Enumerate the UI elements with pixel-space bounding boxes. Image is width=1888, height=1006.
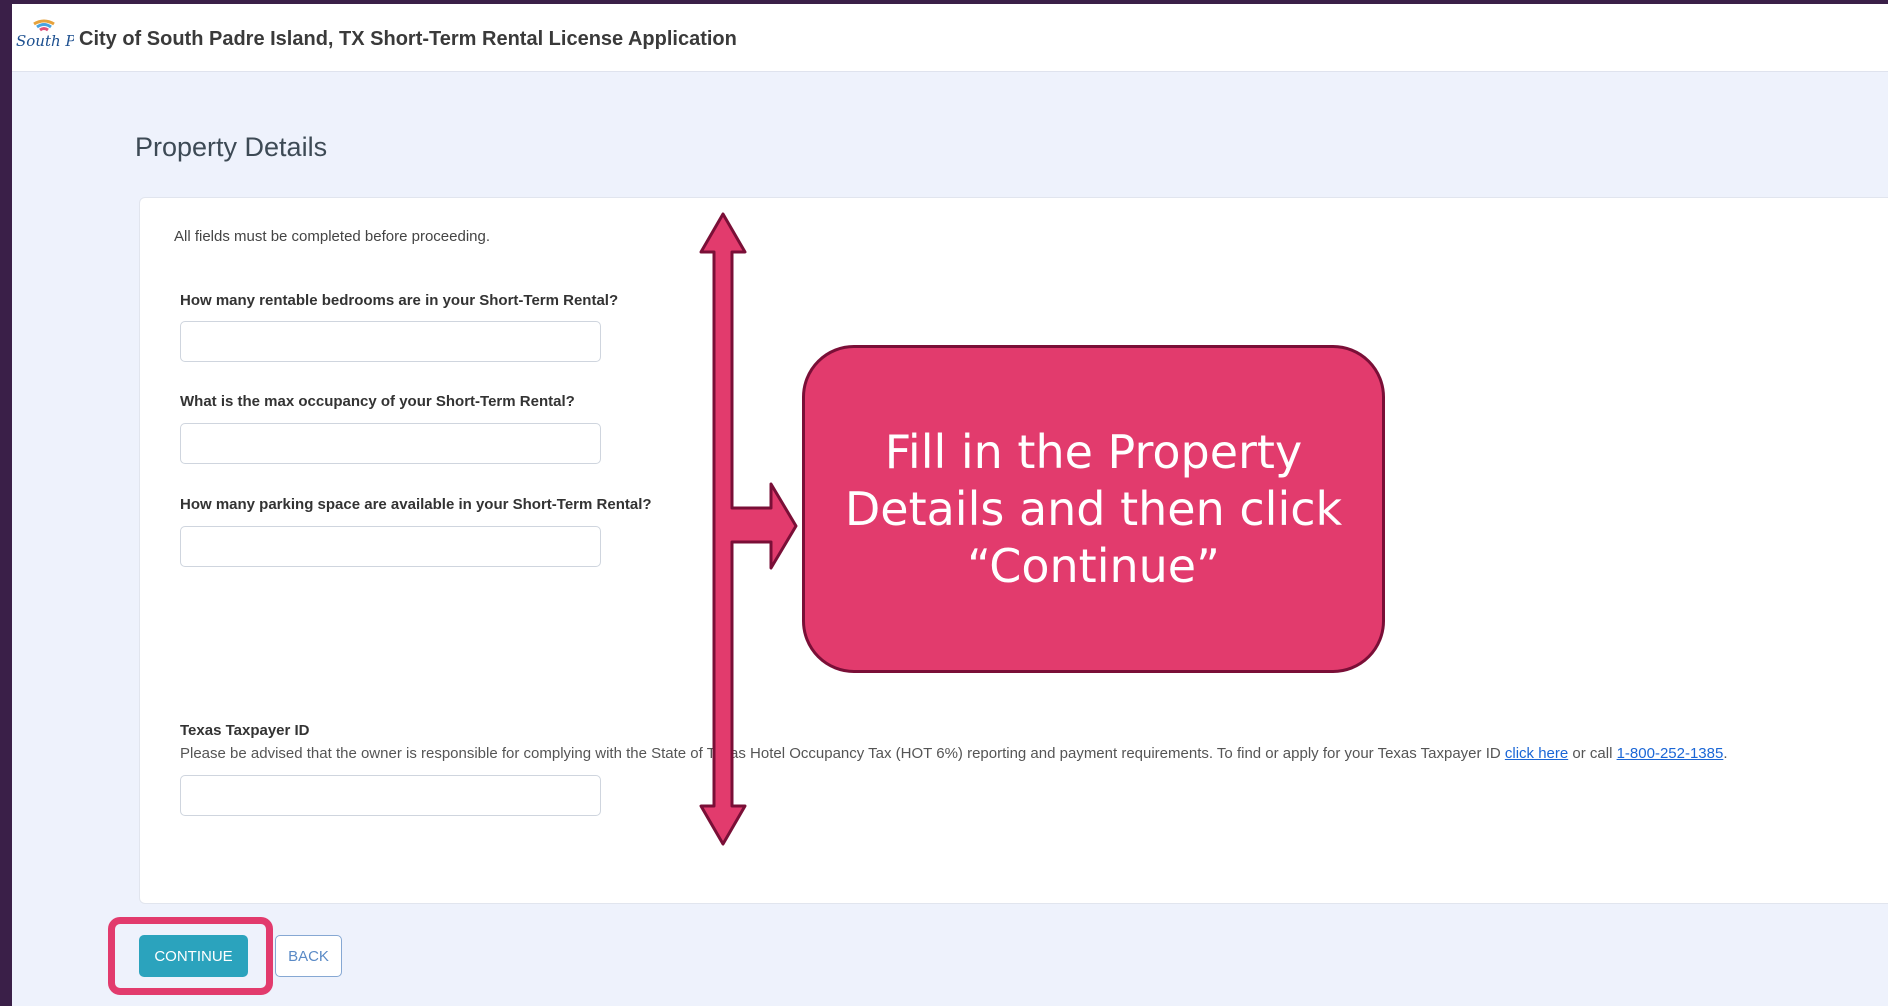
taxpayer-id-input[interactable]: [180, 775, 601, 816]
click-here-link[interactable]: click here: [1505, 745, 1568, 762]
back-button[interactable]: BACK: [275, 935, 342, 977]
instruction-callout: Fill in the Property Details and then cl…: [802, 345, 1385, 673]
form-intro: All fields must be completed before proc…: [174, 228, 491, 245]
parking-spaces-input[interactable]: [180, 526, 601, 567]
bedrooms-label: How many rentable bedrooms are in your S…: [180, 292, 619, 309]
app-header: South Padre Island City of South Padre I…: [12, 4, 1888, 72]
taxpayer-id-note: Please be advised that the owner is resp…: [180, 745, 1728, 762]
max-occupancy-label: What is the max occupancy of your Short-…: [180, 393, 575, 410]
taxpayer-id-label: Texas Taxpayer ID: [180, 722, 310, 739]
max-occupancy-input[interactable]: [180, 423, 601, 464]
app-title: City of South Padre Island, TX Short-Ter…: [79, 28, 737, 50]
callout-text: Fill in the Property Details and then cl…: [844, 424, 1343, 593]
taxpayer-note-middle: or call: [1568, 745, 1617, 762]
taxpayer-note-end: .: [1723, 745, 1728, 762]
double-arrow-icon: [699, 212, 798, 846]
phone-link[interactable]: 1-800-252-1385: [1617, 745, 1724, 762]
parking-spaces-label: How many parking space are available in …: [180, 496, 652, 513]
page-title: Property Details: [135, 132, 328, 162]
continue-highlight-box: [108, 917, 273, 995]
taxpayer-note-text: Please be advised that the owner is resp…: [180, 745, 1505, 762]
logo-text: South Padre Island: [16, 32, 74, 50]
city-logo-icon: South Padre Island: [16, 19, 74, 50]
bedrooms-input[interactable]: [180, 321, 601, 362]
